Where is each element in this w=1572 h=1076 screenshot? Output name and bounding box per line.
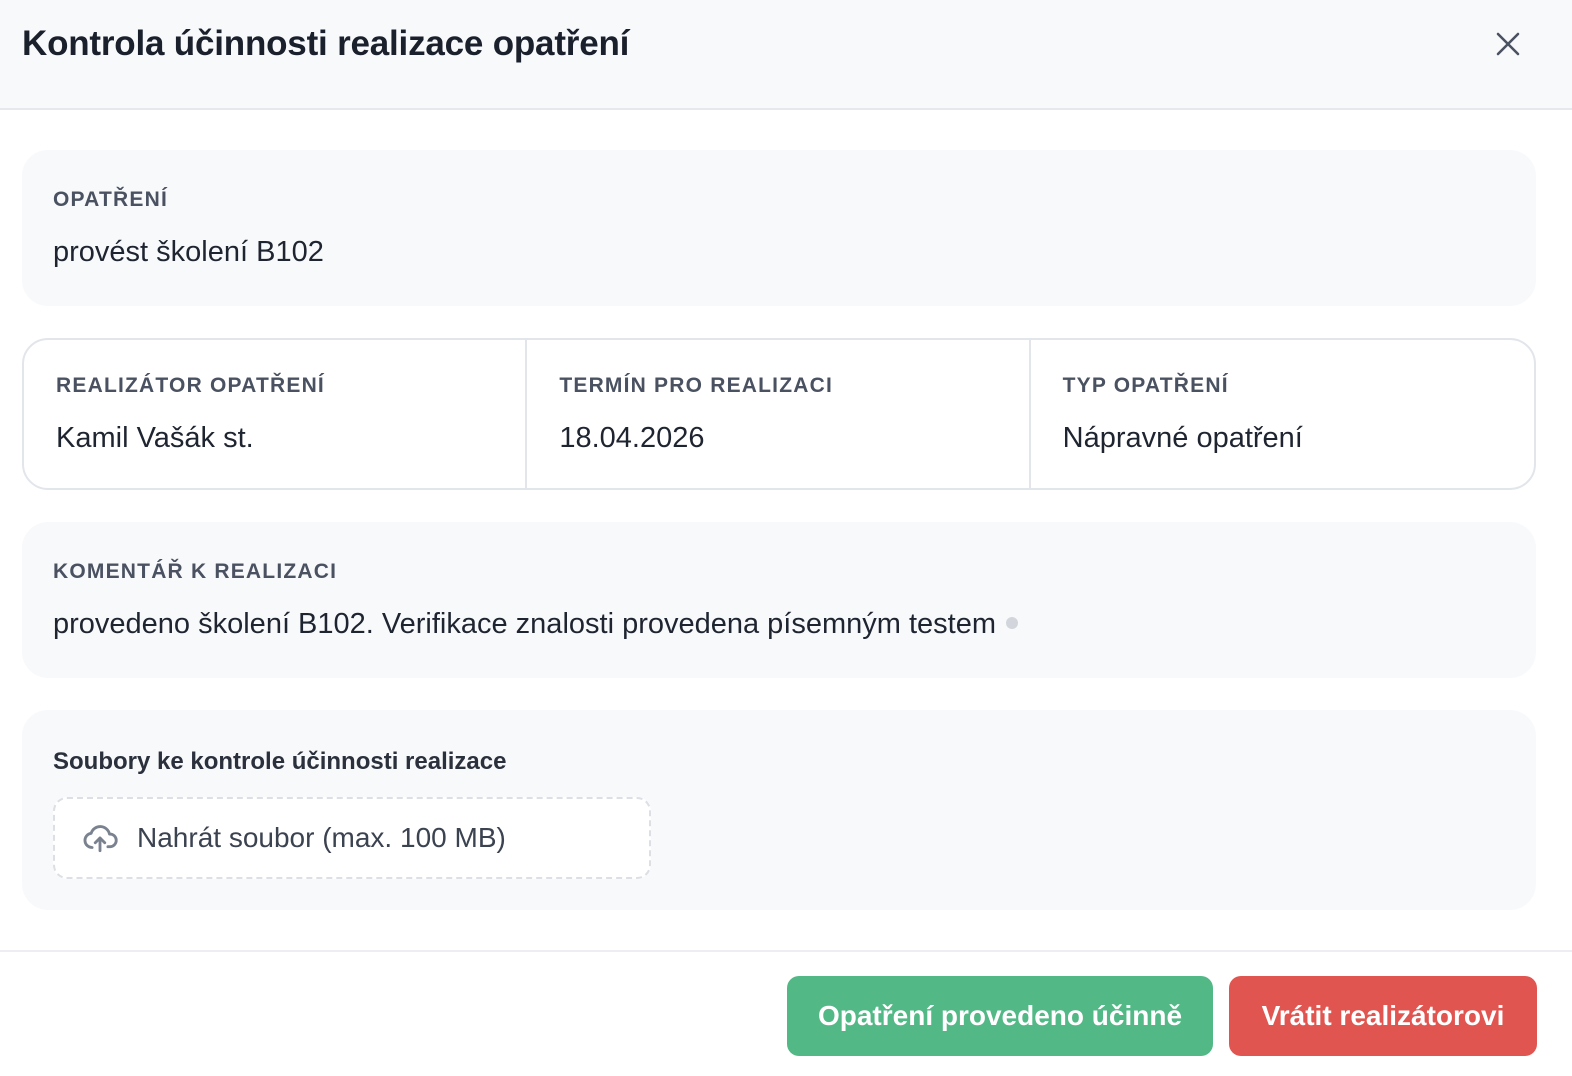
deadline-cell: TERMÍN PRO REALIZACI 18.04.2026 <box>527 340 1031 488</box>
implementer-label: REALIZÁTOR OPATŘENÍ <box>56 374 325 397</box>
deadline-value: 18.04.2026 <box>559 422 705 454</box>
type-label: TYP OPATŘENÍ <box>1062 374 1229 397</box>
effectiveness-check-modal: Kontrola účinnosti realizace opatření OP… <box>0 0 1572 1076</box>
files-card: Soubory ke kontrole účinnosti realizace … <box>22 710 1536 910</box>
info-grid: REALIZÁTOR OPATŘENÍ Kamil Vašák st. TERM… <box>22 338 1536 490</box>
files-title: Soubory ke kontrole účinnosti realizace <box>53 748 507 775</box>
upload-label: Nahrát soubor (max. 100 MB) <box>137 822 506 853</box>
comment-card: KOMENTÁŘ K REALIZACI provedeno školení B… <box>22 522 1536 678</box>
implementer-value: Kamil Vašák st. <box>56 422 254 454</box>
close-icon <box>1496 32 1520 56</box>
action-card: OPATŘENÍ provést školení B102 <box>22 150 1536 306</box>
modal-title: Kontrola účinnosti realizace opatření <box>22 24 630 63</box>
action-value: provést školení B102 <box>53 236 324 268</box>
file-upload-dropzone[interactable]: Nahrát soubor (max. 100 MB) <box>53 797 651 879</box>
deadline-label: TERMÍN PRO REALIZACI <box>559 374 833 397</box>
action-label: OPATŘENÍ <box>53 188 168 211</box>
implementer-cell: REALIZÁTOR OPATŘENÍ Kamil Vašák st. <box>24 340 528 488</box>
close-button[interactable] <box>1488 24 1528 64</box>
comment-label: KOMENTÁŘ K REALIZACI <box>53 560 338 583</box>
comment-value-row: provedeno školení B102. Verifikace znalo… <box>53 608 1019 641</box>
status-dot <box>1006 616 1019 629</box>
cloud-upload-icon <box>81 819 119 857</box>
type-value: Nápravné opatření <box>1062 422 1303 454</box>
footer-divider <box>0 950 1572 952</box>
return-to-implementer-button[interactable]: Vrátit realizátorovi <box>1229 976 1537 1056</box>
type-cell: TYP OPATŘENÍ Nápravné opatření <box>1031 340 1534 488</box>
comment-value: provedeno školení B102. Verifikace znalo… <box>53 608 997 640</box>
confirm-effective-button[interactable]: Opatření provedeno účinně <box>787 976 1213 1056</box>
modal-header: Kontrola účinnosti realizace opatření <box>0 0 1572 110</box>
